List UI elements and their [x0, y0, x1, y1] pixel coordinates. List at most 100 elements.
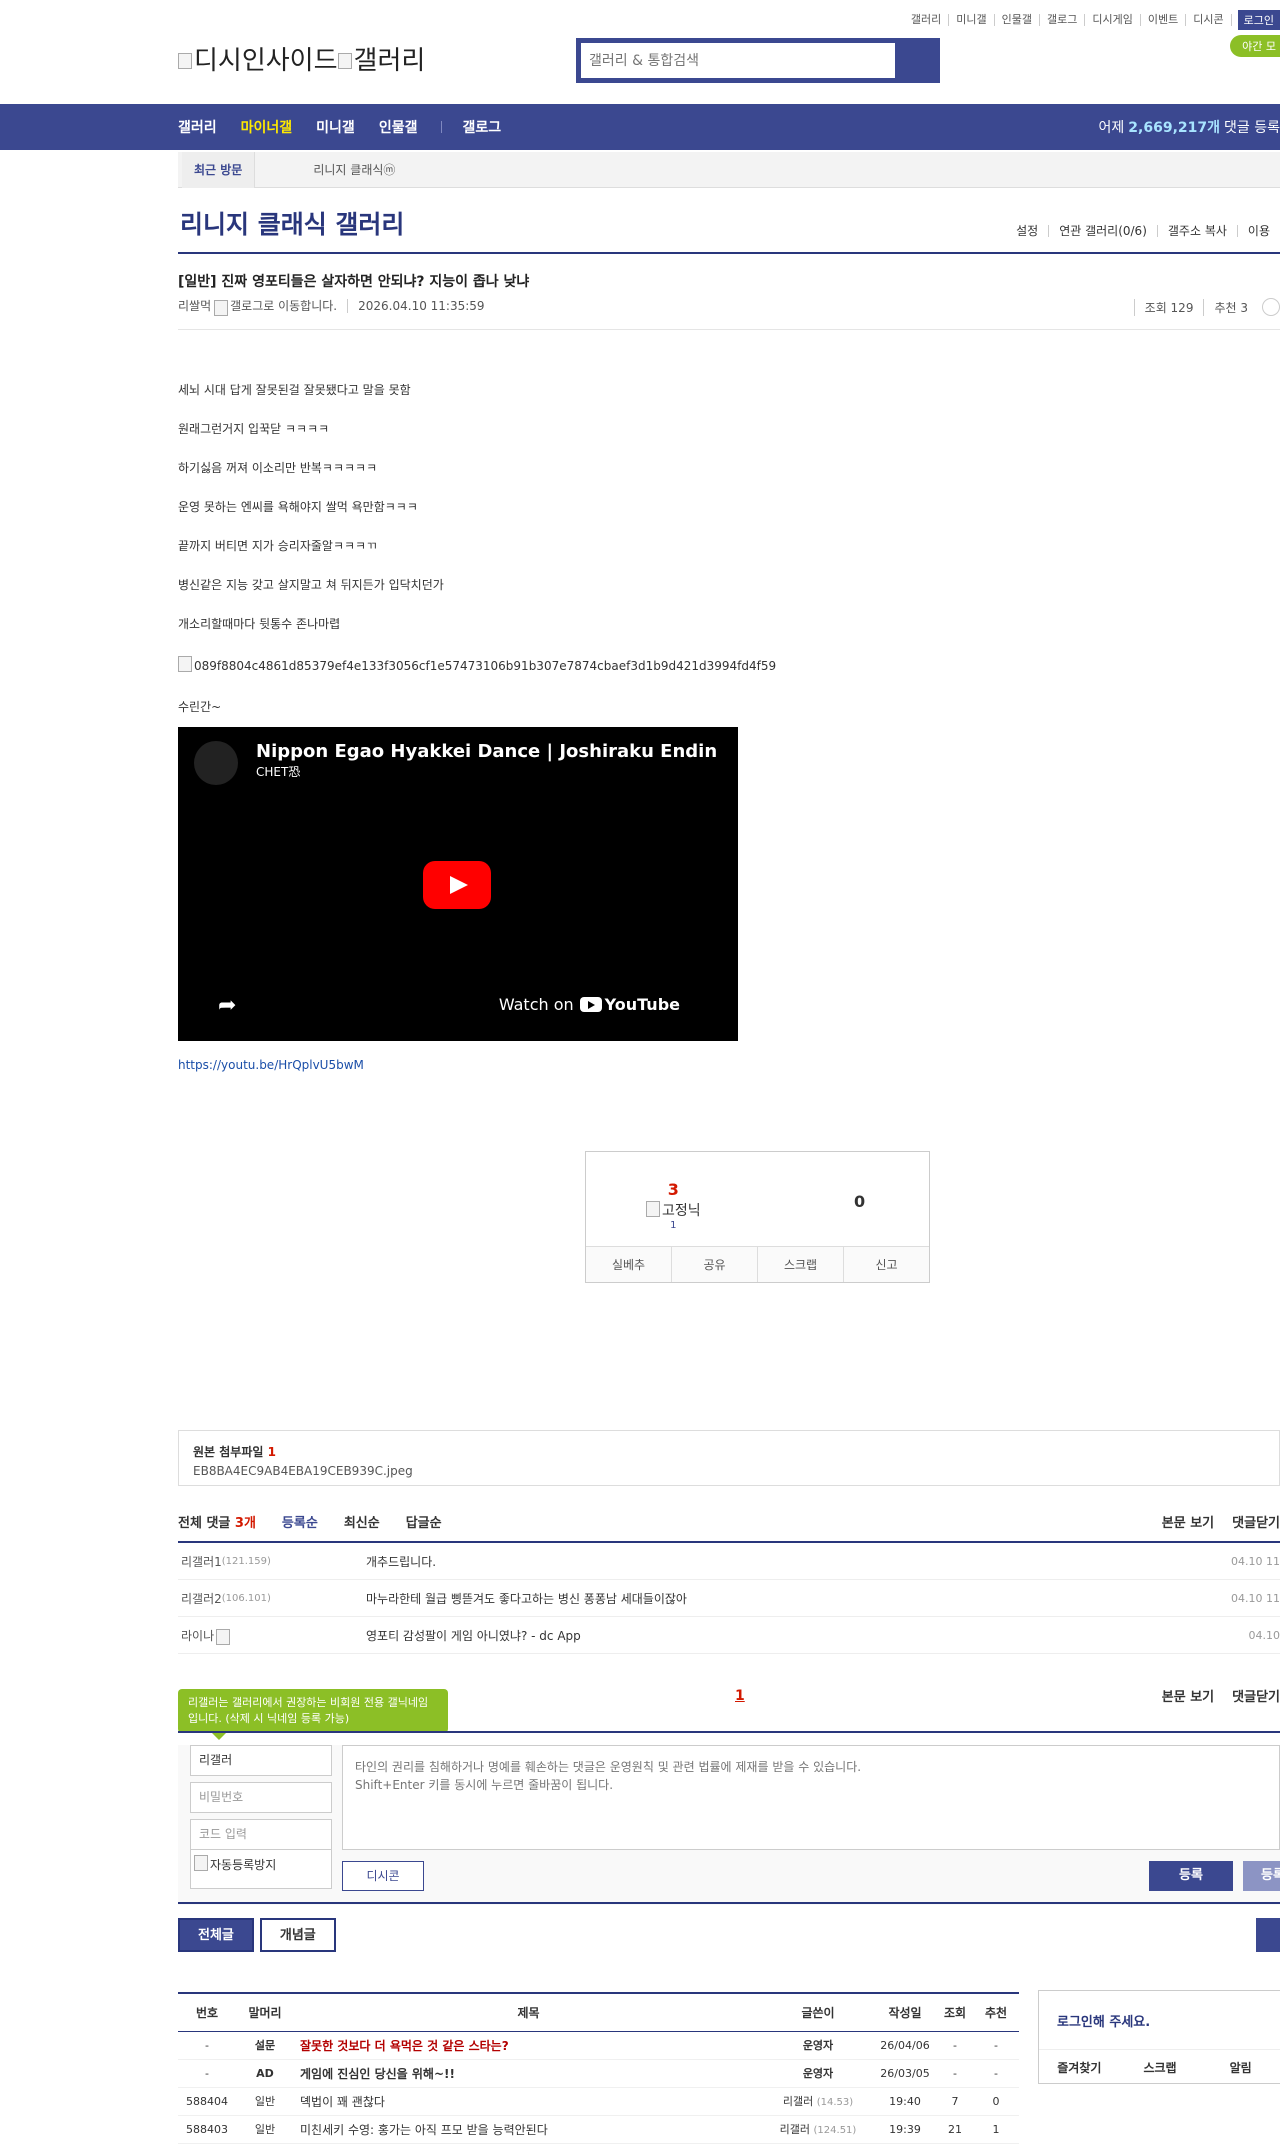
recommend-down-count[interactable]: 0	[854, 1192, 865, 1211]
all-posts-button[interactable]: 전체글	[178, 1918, 254, 1952]
password-input[interactable]: 비밀번호	[190, 1782, 332, 1813]
row-writer[interactable]: 운영자	[763, 2031, 873, 2060]
view-body-button[interactable]: 본문 보기	[1162, 1686, 1214, 1705]
nav-gallery[interactable]: 갤러리	[178, 117, 217, 137]
recent-visit-title[interactable]: 최근 방문	[182, 151, 256, 188]
play-button-icon[interactable]	[423, 861, 491, 909]
comment-row: 리갤러1 (121.159) 개추드립니다. 04.10 11	[178, 1543, 1280, 1580]
comment-circle-icon[interactable]	[1262, 298, 1280, 316]
report-button[interactable]: 신고	[843, 1247, 929, 1282]
sort-registered[interactable]: 등록순	[282, 1512, 318, 1531]
copy-address-link[interactable]: 갤주소 복사	[1156, 225, 1237, 237]
comment-page-1[interactable]: 1	[735, 1688, 745, 1704]
table-row[interactable]: - 설문 잘못한 것보다 더 욕먹은 것 같은 스타는? 운영자 26/04/0…	[178, 2031, 1019, 2060]
view-body-button[interactable]: 본문 보기	[1162, 1512, 1214, 1531]
util-link-minigal[interactable]: 미니갤	[949, 14, 995, 26]
row-writer[interactable]: 리갤러 (14.53)	[763, 2087, 873, 2116]
sort-latest[interactable]: 최신순	[344, 1512, 380, 1531]
video-channel[interactable]: CHET恐	[256, 763, 300, 780]
login-button[interactable]: 로그인	[1237, 10, 1280, 30]
table-row[interactable]: 588403 일반 미친세키 수영: 홍가는 아직 프모 받을 능력안된다 리갤…	[178, 2115, 1019, 2144]
comment-time: 04.10	[1248, 1628, 1280, 1642]
table-row[interactable]: 588404 일반 뎩법이 꽤 괜찮다 리갤러 (14.53) 19:40 7 …	[178, 2087, 1019, 2116]
comment-nick-text: 라이나	[181, 1628, 215, 1643]
util-link-dccon[interactable]: 디시콘	[1186, 14, 1232, 26]
video-title[interactable]: Nippon Egao Hyakkei Dance | Joshiraku En…	[256, 741, 716, 762]
comment-row: 라이나 영포티 감성팔이 게임 아니였냐? - dc App 04.10	[178, 1617, 1280, 1654]
alarm-link[interactable]: 알림	[1200, 2050, 1280, 2085]
youtube-embed[interactable]: Nippon Egao Hyakkei Dance | Joshiraku En…	[178, 727, 738, 1041]
util-link-gallog[interactable]: 갤로그	[1040, 14, 1086, 26]
write-post-button[interactable]	[1256, 1918, 1280, 1952]
night-mode-toggle[interactable]: 야간 모	[1230, 35, 1280, 57]
row-writer-name: 리갤러	[779, 2123, 811, 2136]
share-button[interactable]: 공유	[671, 1247, 757, 1282]
gallery-title[interactable]: 리니지 클래식 갤러리	[180, 205, 404, 241]
related-gallery-link[interactable]: 연관 갤러리(0/6)	[1048, 225, 1157, 237]
util-link-event[interactable]: 이벤트	[1141, 14, 1187, 26]
submit-recommend-button[interactable]: 등록	[1243, 1861, 1280, 1891]
gallog-icon[interactable]	[214, 299, 229, 316]
concept-posts-button[interactable]: 개념글	[259, 1918, 336, 1952]
row-writer-name: 운영자	[802, 2039, 834, 2052]
recommend-up[interactable]: 3 고정닉 1	[646, 1180, 701, 1231]
util-bar: 갤러리 미니갤 인물갤 갤로그 디시게임 이벤트 디시콘 로그인	[904, 10, 1280, 30]
comment-textarea[interactable]	[342, 1745, 1280, 1850]
comment-nick[interactable]: 리갤러1 (121.159)	[178, 1553, 366, 1570]
nav-gallog[interactable]: 갤로그	[462, 117, 501, 137]
recent-visit-item[interactable]: 리니지 클래식ⓜ	[313, 161, 395, 178]
comment-nick[interactable]: 라이나	[178, 1627, 366, 1645]
scrap-link[interactable]: 스크랩	[1120, 2050, 1201, 2085]
util-link-dcgame[interactable]: 디시게임	[1085, 14, 1141, 26]
dccon-button[interactable]: 디시콘	[342, 1861, 424, 1891]
divider	[178, 1731, 1280, 1733]
util-link-gallery[interactable]: 갤러리	[904, 14, 950, 26]
comment-nick[interactable]: 리갤러2 (106.101)	[178, 1590, 366, 1607]
nickname-input[interactable]: 리갤러	[190, 1745, 332, 1776]
post-author[interactable]: 리쌀먹	[178, 297, 211, 314]
search-button[interactable]	[895, 43, 935, 78]
favorites-link[interactable]: 즐겨찾기	[1039, 2050, 1120, 2085]
comment-text: 개추드립니다.	[366, 1554, 437, 1569]
close-comments-button[interactable]: 댓글닫기	[1232, 1686, 1280, 1705]
captcha-input[interactable]: 코드 입력	[190, 1819, 332, 1850]
gallog-icon[interactable]	[216, 1629, 231, 1645]
nickname-tooltip: 리갤러는 갤러리에서 권장하는 비회원 전용 갤닉네임입니다. (삭제 시 닉네…	[178, 1689, 448, 1740]
row-title[interactable]: 게임에 진심인 당신을 위해~!!	[294, 2059, 763, 2088]
sort-replies[interactable]: 답글순	[406, 1512, 442, 1531]
attachment-file[interactable]: EB8BA4EC9AB4EBA19CEB939C.jpeg	[193, 1464, 1265, 1478]
table-row[interactable]: - AD 게임에 진심인 당신을 위해~!! 운영자 26/03/05 - -	[178, 2059, 1019, 2088]
nav-person-gallery[interactable]: 인물갤	[379, 117, 418, 137]
submit-comment-button[interactable]: 등록	[1149, 1861, 1233, 1891]
row-title[interactable]: 뎩법이 꽤 괜찮다	[294, 2087, 763, 2116]
login-prompt[interactable]: 로그인해 주세요.	[1057, 2011, 1150, 2030]
row-writer[interactable]: 리갤러 (124.51)	[763, 2115, 873, 2144]
view-count: 조회 129	[1133, 298, 1204, 316]
col-date: 작성일	[873, 1993, 937, 2032]
row-title[interactable]: 잘못한 것보다 더 욕먹은 것 같은 스타는?	[294, 2031, 763, 2060]
nav-mini-gallery[interactable]: 미니갤	[316, 117, 355, 137]
close-comments-button[interactable]: 댓글닫기	[1232, 1512, 1280, 1531]
util-link-person[interactable]: 인물갤	[995, 14, 1041, 26]
site-logo[interactable]: 디시인사이드 갤러리	[178, 40, 425, 77]
captcha-alt: 자동등록방지	[210, 1858, 277, 1872]
scrap-button[interactable]: 스크랩	[757, 1247, 843, 1282]
row-writer[interactable]: 운영자	[763, 2059, 873, 2088]
nav-minor-gallery[interactable]: 마이너갤	[241, 117, 293, 137]
post-line: 병신같은 지능 갖고 살지말고 쳐 뒤지든가 입닥치던가	[178, 578, 444, 592]
channel-avatar[interactable]	[194, 741, 238, 785]
row-head: 일반	[236, 2087, 294, 2116]
share-icon[interactable]: ➦	[218, 993, 236, 1018]
best-recommend-button[interactable]: 실베추	[586, 1247, 671, 1282]
row-number: -	[178, 2059, 236, 2088]
row-head: 설문	[236, 2031, 294, 2060]
comment-time: 04.10 11	[1231, 1554, 1280, 1568]
usage-link[interactable]: 이용	[1236, 225, 1280, 237]
youtube-link[interactable]: https://youtu.be/HrQplvU5bwM	[178, 1058, 364, 1072]
stat-prefix: 어제	[1098, 120, 1125, 136]
watch-on-youtube[interactable]: Watch on YouTube	[499, 995, 680, 1014]
gallery-settings-link[interactable]: 설정	[1006, 225, 1048, 237]
search-input[interactable]	[581, 43, 895, 78]
row-title[interactable]: 미친세키 수영: 홍가는 아직 프모 받을 능력안된다	[294, 2115, 763, 2144]
post-line: 원래그런거지 입꾹닫 ㅋㅋㅋㅋ	[178, 422, 330, 436]
